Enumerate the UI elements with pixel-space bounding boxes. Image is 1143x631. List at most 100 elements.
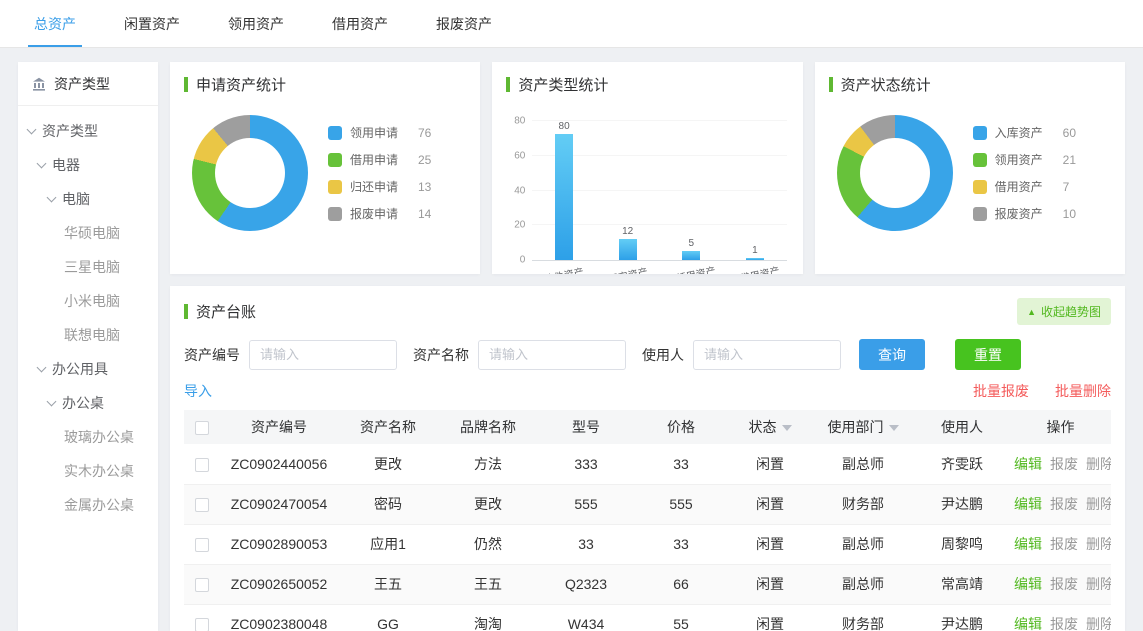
reset-button[interactable]: 重置 [955, 339, 1021, 370]
filter-icon[interactable] [889, 425, 899, 431]
table-cell: 财务部 [812, 604, 914, 631]
legend-item[interactable]: 入库资产60 [973, 124, 1076, 141]
bars: 801251 [532, 121, 786, 260]
row-checkbox[interactable] [195, 498, 209, 512]
table-cell: ZC0902470054 [220, 484, 338, 524]
tab-item-4[interactable]: 报废资产 [412, 0, 516, 47]
import-link[interactable]: 导入 [184, 381, 212, 401]
legend-item[interactable]: 报废资产10 [973, 205, 1076, 222]
filter-label: 使用人 [642, 345, 684, 365]
row-checkbox[interactable] [195, 578, 209, 592]
action-edit-link[interactable]: 编辑 [1014, 576, 1042, 592]
legend-value: 14 [418, 207, 431, 221]
filter-label: 资产编号 [184, 345, 240, 365]
status-donut-chart [837, 115, 953, 231]
table-row: ZC0902650052王五王五Q232366闲置副总师常高靖编辑报废删除 [184, 564, 1111, 604]
column-header: 状态 [728, 410, 812, 444]
links-row: 导入 批量报废 批量删除 [170, 370, 1125, 408]
filter-icon[interactable] [782, 425, 792, 431]
main-area: 申请资产统计 领用申请76借用申请25归还申请13报废申请14 资产类型统计 0… [170, 62, 1125, 631]
filter-input-0[interactable] [249, 340, 397, 370]
collapse-trend-button[interactable]: ▲ 收起趋势图 [1017, 298, 1111, 325]
legend-swatch [328, 153, 342, 167]
filter-input-2[interactable] [693, 340, 841, 370]
search-row: 资产编号 资产名称 使用人 查询 重置 [170, 333, 1125, 370]
tree-item-2[interactable]: 电脑 [18, 182, 158, 216]
chart-title: 资产类型统计 [518, 74, 608, 95]
table-cell: 齐雯跃 [914, 444, 1010, 484]
tab-item-1[interactable]: 闲置资产 [100, 0, 204, 47]
action-scrap-link[interactable]: 报废 [1050, 536, 1078, 552]
legend-item[interactable]: 借用资产7 [973, 178, 1076, 195]
table-cell: 33 [634, 444, 728, 484]
action-edit-link[interactable]: 编辑 [1014, 496, 1042, 512]
tree-item-0[interactable]: 资产类型 [18, 114, 158, 148]
action-scrap-link[interactable]: 报废 [1050, 496, 1078, 512]
tree-item-10[interactable]: 实木办公桌 [18, 454, 158, 488]
sidebar-header-label: 资产类型 [54, 74, 110, 94]
action-scrap-link[interactable]: 报废 [1050, 576, 1078, 592]
table-cell: 闲置 [728, 524, 812, 564]
column-header: 型号 [538, 410, 634, 444]
table-cell: 闲置 [728, 484, 812, 524]
row-checkbox[interactable] [195, 618, 209, 631]
tree-item-1[interactable]: 电器 [18, 148, 158, 182]
legend-label: 报废申请 [350, 205, 408, 222]
table-cell: 更改 [438, 484, 538, 524]
tree-item-4[interactable]: 三星电脑 [18, 250, 158, 284]
tree-item-9[interactable]: 玻璃办公桌 [18, 420, 158, 454]
batch-scrap-link[interactable]: 批量报废 [973, 381, 1029, 401]
column-header: 资产名称 [338, 410, 438, 444]
tree-item-5[interactable]: 小米电脑 [18, 284, 158, 318]
table-cell: 更改 [338, 444, 438, 484]
action-delete-link[interactable]: 删除 [1086, 456, 1111, 472]
legend-swatch [328, 126, 342, 140]
tree-item-7[interactable]: 办公用具 [18, 352, 158, 386]
action-edit-link[interactable]: 编辑 [1014, 536, 1042, 552]
filter-input-1[interactable] [478, 340, 626, 370]
table-cell: 555 [634, 484, 728, 524]
tree-item-11[interactable]: 金属办公桌 [18, 488, 158, 522]
panel-type-stats: 资产类型统计 020406080801251 软件资产固定资产可领用资产可借用资… [492, 62, 802, 274]
action-edit-link[interactable]: 编辑 [1014, 456, 1042, 472]
filter-label: 资产名称 [413, 345, 469, 365]
table-cell: 王五 [438, 564, 538, 604]
tab-item-0[interactable]: 总资产 [10, 0, 100, 47]
legend-label: 借用资产 [995, 178, 1053, 195]
row-checkbox[interactable] [195, 538, 209, 552]
action-scrap-link[interactable]: 报废 [1050, 616, 1078, 631]
chevron-down-icon [47, 192, 57, 202]
legend-swatch [973, 180, 987, 194]
batch-delete-link[interactable]: 批量删除 [1055, 381, 1111, 401]
table-row: ZC0902440056更改方法33333闲置副总师齐雯跃编辑报废删除 [184, 444, 1111, 484]
tree-item-8[interactable]: 办公桌 [18, 386, 158, 420]
tree-item-6[interactable]: 联想电脑 [18, 318, 158, 352]
legend-item[interactable]: 借用申请25 [328, 151, 431, 168]
chevron-up-icon: ▲ [1027, 307, 1036, 317]
table-cell: W434 [538, 604, 634, 631]
bar [619, 239, 637, 260]
title-marker [506, 77, 510, 92]
action-delete-link[interactable]: 删除 [1086, 496, 1111, 512]
table-cell: 财务部 [812, 484, 914, 524]
action-delete-link[interactable]: 删除 [1086, 576, 1111, 592]
row-checkbox[interactable] [195, 458, 209, 472]
action-edit-link[interactable]: 编辑 [1014, 616, 1042, 631]
tab-item-3[interactable]: 借用资产 [308, 0, 412, 47]
table-row: ZC0902380048GG淘淘W43455闲置财务部尹达鹏编辑报废删除 [184, 604, 1111, 631]
action-delete-link[interactable]: 删除 [1086, 616, 1111, 631]
tree-item-label: 资产类型 [42, 121, 98, 141]
legend-value: 10 [1063, 207, 1076, 221]
tree-item-3[interactable]: 华硕电脑 [18, 216, 158, 250]
action-delete-link[interactable]: 删除 [1086, 536, 1111, 552]
title-marker [829, 77, 833, 92]
legend-item[interactable]: 领用申请76 [328, 124, 431, 141]
select-all-checkbox[interactable] [195, 421, 209, 435]
tab-item-2[interactable]: 领用资产 [204, 0, 308, 47]
legend-item[interactable]: 归还申请13 [328, 178, 431, 195]
action-scrap-link[interactable]: 报废 [1050, 456, 1078, 472]
legend-item[interactable]: 报废申请 14 [328, 205, 431, 222]
search-button[interactable]: 查询 [859, 339, 925, 370]
legend-label: 领用申请 [350, 124, 408, 141]
legend-item[interactable]: 领用资产21 [973, 151, 1076, 168]
